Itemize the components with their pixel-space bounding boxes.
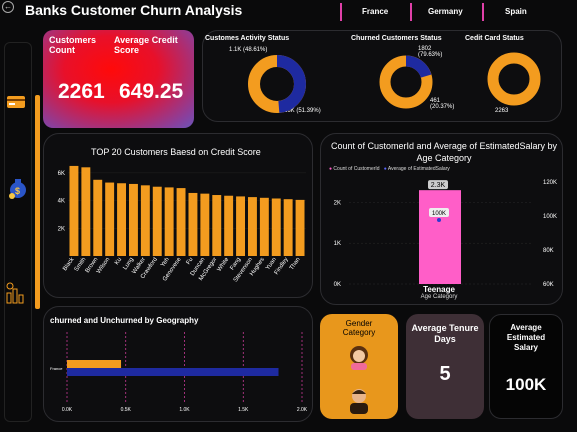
money-bag-icon[interactable]: $ bbox=[6, 176, 30, 205]
avg-credit-score-value: 649.25 bbox=[119, 80, 184, 103]
salary-data-label: 100K bbox=[432, 211, 446, 217]
category-label: Than bbox=[289, 257, 302, 272]
bar bbox=[81, 167, 91, 256]
y-tick-label: 2K bbox=[58, 226, 65, 232]
salary-point bbox=[437, 218, 441, 222]
tab-divider bbox=[410, 3, 412, 21]
count-data-label: 2.3K bbox=[431, 182, 446, 189]
age-xlabel: Age Category bbox=[420, 294, 458, 300]
y-left-tick: 2K bbox=[334, 200, 341, 206]
gender-card[interactable]: Gender Category bbox=[320, 314, 398, 419]
bar bbox=[259, 197, 269, 256]
tenure-card: Average Tenure Days 5 bbox=[406, 314, 484, 419]
credit-card-title: Cedit Card Status bbox=[465, 35, 524, 42]
activity-title: Customes Activity Status bbox=[205, 35, 290, 42]
bar bbox=[117, 183, 127, 256]
sidebar-scrollbar[interactable] bbox=[35, 95, 40, 309]
bar bbox=[212, 195, 222, 256]
bar bbox=[200, 193, 210, 256]
bar bbox=[295, 199, 305, 256]
bar-chart-icon[interactable] bbox=[5, 281, 27, 310]
category-label: White bbox=[217, 256, 231, 273]
bar bbox=[271, 198, 281, 256]
credit-card-donut bbox=[487, 52, 541, 106]
y-left-tick: 1K bbox=[334, 241, 341, 247]
customers-count-value: 2261 bbox=[58, 80, 105, 103]
x-tick-label: 1.5K bbox=[238, 407, 249, 413]
salary-card: Average Estimated Salary 100K bbox=[489, 314, 563, 419]
bar bbox=[69, 165, 79, 256]
tab-divider bbox=[340, 3, 342, 21]
y-left-tick: 0K bbox=[334, 282, 341, 288]
customers-count-label: Customers Count bbox=[49, 35, 97, 55]
bar bbox=[188, 192, 198, 256]
category-label: Yeh bbox=[160, 257, 171, 269]
age-chart: 0K 1K 2K 60K 80K 100K 120K 2.3K 100K bbox=[334, 180, 557, 288]
male-icon bbox=[345, 386, 373, 419]
y-right-tick: 100K bbox=[543, 214, 557, 220]
bar bbox=[152, 186, 162, 256]
avg-credit-score-label: Average Credit Score bbox=[114, 35, 178, 55]
donut-panel: Customes Activity Status 1.1K (48.61%) 1… bbox=[202, 30, 562, 122]
salary-value: 100K bbox=[505, 375, 547, 394]
bar bbox=[164, 187, 174, 256]
x-tick-label: 1.0K bbox=[179, 407, 190, 413]
gender-label: Gender Category bbox=[342, 319, 376, 337]
bar bbox=[224, 195, 234, 256]
bar bbox=[283, 199, 293, 256]
y-right-tick: 60K bbox=[543, 282, 554, 288]
svg-text:$: $ bbox=[15, 186, 20, 196]
x-tick-label: 0.5K bbox=[121, 407, 132, 413]
female-icon bbox=[346, 344, 372, 375]
bar bbox=[128, 183, 138, 256]
churned-bar bbox=[67, 360, 122, 368]
age-category-label: Teenage bbox=[423, 285, 455, 294]
tenure-value: 5 bbox=[439, 363, 451, 385]
y-tick-label: 6K bbox=[58, 171, 65, 177]
tenure-label: Average Tenure Days bbox=[411, 323, 479, 344]
tab-spain[interactable]: Spain bbox=[505, 7, 527, 16]
y-right-tick: 120K bbox=[543, 180, 557, 186]
y-tick-label: 4K bbox=[58, 199, 65, 205]
bar bbox=[93, 179, 103, 256]
unchurned-bar bbox=[67, 368, 279, 376]
credit-card-label: 2263 bbox=[495, 108, 509, 114]
churned-title: Churned Customers Status bbox=[351, 35, 442, 42]
top20-panel: TOP 20 Customers Baesd on Credit Score 2… bbox=[43, 133, 313, 298]
category-label: Fu bbox=[186, 257, 195, 266]
salary-label: Average Estimated Salary bbox=[506, 323, 546, 352]
kpi-card: Customers Count Average Credit Score 226… bbox=[43, 30, 194, 128]
bar bbox=[105, 182, 115, 256]
bar bbox=[247, 197, 257, 256]
count-bar bbox=[419, 190, 461, 284]
churned-donut bbox=[379, 55, 433, 109]
activity-donut bbox=[248, 55, 306, 113]
bar bbox=[140, 185, 150, 256]
geo-panel: churned and Unchurned by Geography 0.0K 0… bbox=[43, 306, 313, 422]
bar bbox=[176, 188, 186, 256]
y-right-tick: 80K bbox=[543, 248, 554, 254]
page-title: Banks Customer Churn Analysis bbox=[25, 2, 243, 18]
age-panel: Count of CustomerId and Average of Estim… bbox=[320, 133, 563, 305]
geo-chart: 0.0K 0.5K 1.0K 1.5K 2.0K France bbox=[50, 332, 308, 413]
tab-divider bbox=[482, 3, 484, 21]
category-label: Ku bbox=[114, 257, 123, 266]
tab-france[interactable]: France bbox=[362, 7, 388, 16]
credit-card-icon[interactable] bbox=[6, 95, 26, 114]
tab-germany[interactable]: Germany bbox=[428, 7, 463, 16]
top20-chart: 2K4K6KBlackSmithBrownWilson Ku LungWalkerC… bbox=[58, 165, 306, 283]
bar bbox=[236, 196, 246, 256]
x-tick-label: 2.0K bbox=[297, 407, 308, 413]
geo-row-label: France bbox=[50, 366, 63, 371]
back-button[interactable]: ← bbox=[2, 1, 14, 13]
x-tick-label: 0.0K bbox=[62, 407, 73, 413]
